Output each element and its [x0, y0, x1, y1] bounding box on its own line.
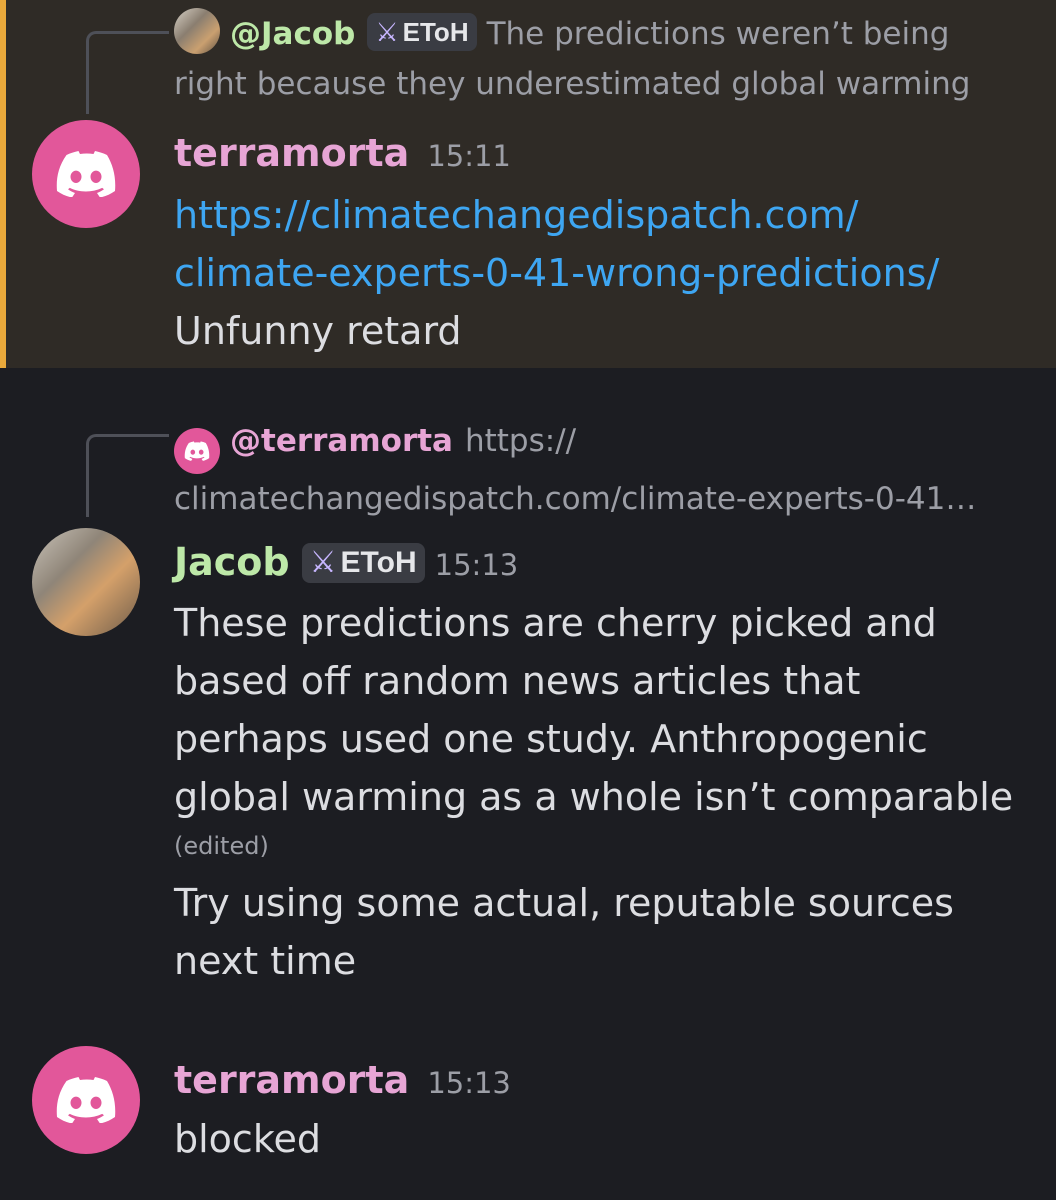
message-text: blocked [174, 1117, 321, 1161]
message-header: terramorta 15:13 [174, 1054, 511, 1109]
discord-logo-icon [56, 151, 116, 197]
message-text-2: Try using some actual, reputable sources… [174, 881, 954, 983]
message-content: These predictions are cherry picked and … [174, 594, 1026, 990]
message-content: https://climatechangedispatch.com/climat… [174, 186, 1026, 360]
sword-icon: ⚔ [309, 546, 337, 579]
reply-preview[interactable]: @Jacob ⚔ EToH The predictions weren’t being… [174, 8, 1020, 109]
avatar-terramorta[interactable] [32, 1046, 140, 1154]
reply-connector [86, 31, 169, 114]
username[interactable]: terramorta [174, 1058, 409, 1102]
reply-preview[interactable]: @terramorta https://climatechangedispatch… [174, 416, 1020, 524]
timestamp[interactable]: 15:13 [435, 548, 519, 582]
reply-avatar-jacob [174, 8, 220, 54]
reply-username[interactable]: @Jacob [230, 16, 355, 52]
message-terramorta-2[interactable]: terramorta 15:13 blocked [0, 1040, 1056, 1200]
message-terramorta-1[interactable]: @Jacob ⚔ EToH The predictions weren’t being… [0, 0, 1056, 368]
message-content: blocked [174, 1110, 1026, 1168]
role-badge[interactable]: ⚔ EToH [301, 543, 425, 583]
message-header: terramorta 15:11 [174, 127, 511, 182]
message-link[interactable]: https://climatechangedispatch.com/climat… [174, 193, 939, 295]
avatar-terramorta[interactable] [32, 120, 140, 228]
edited-label: (edited) [174, 832, 269, 860]
timestamp[interactable]: 15:11 [427, 139, 511, 173]
mention-highlight-bar [0, 0, 6, 368]
sword-icon: ⚔ [375, 17, 399, 47]
message-jacob[interactable]: @terramorta https://climatechangedispatch… [0, 368, 1056, 1008]
timestamp[interactable]: 15:13 [427, 1066, 511, 1100]
reply-connector [86, 434, 169, 517]
discord-logo-icon [56, 1077, 116, 1123]
username[interactable]: Jacob [174, 540, 290, 584]
username[interactable]: terramorta [174, 131, 409, 175]
role-badge[interactable]: ⚔ EToH [367, 13, 477, 51]
message-text: These predictions are cherry picked and … [174, 601, 1014, 819]
avatar-jacob[interactable] [32, 528, 140, 636]
reply-avatar-terramorta [174, 428, 220, 474]
message-text: Unfunny retard [174, 309, 462, 353]
reply-username[interactable]: @terramorta [230, 423, 453, 459]
discord-logo-icon [184, 441, 210, 461]
message-header: Jacob ⚔ EToH 15:13 [174, 536, 518, 591]
